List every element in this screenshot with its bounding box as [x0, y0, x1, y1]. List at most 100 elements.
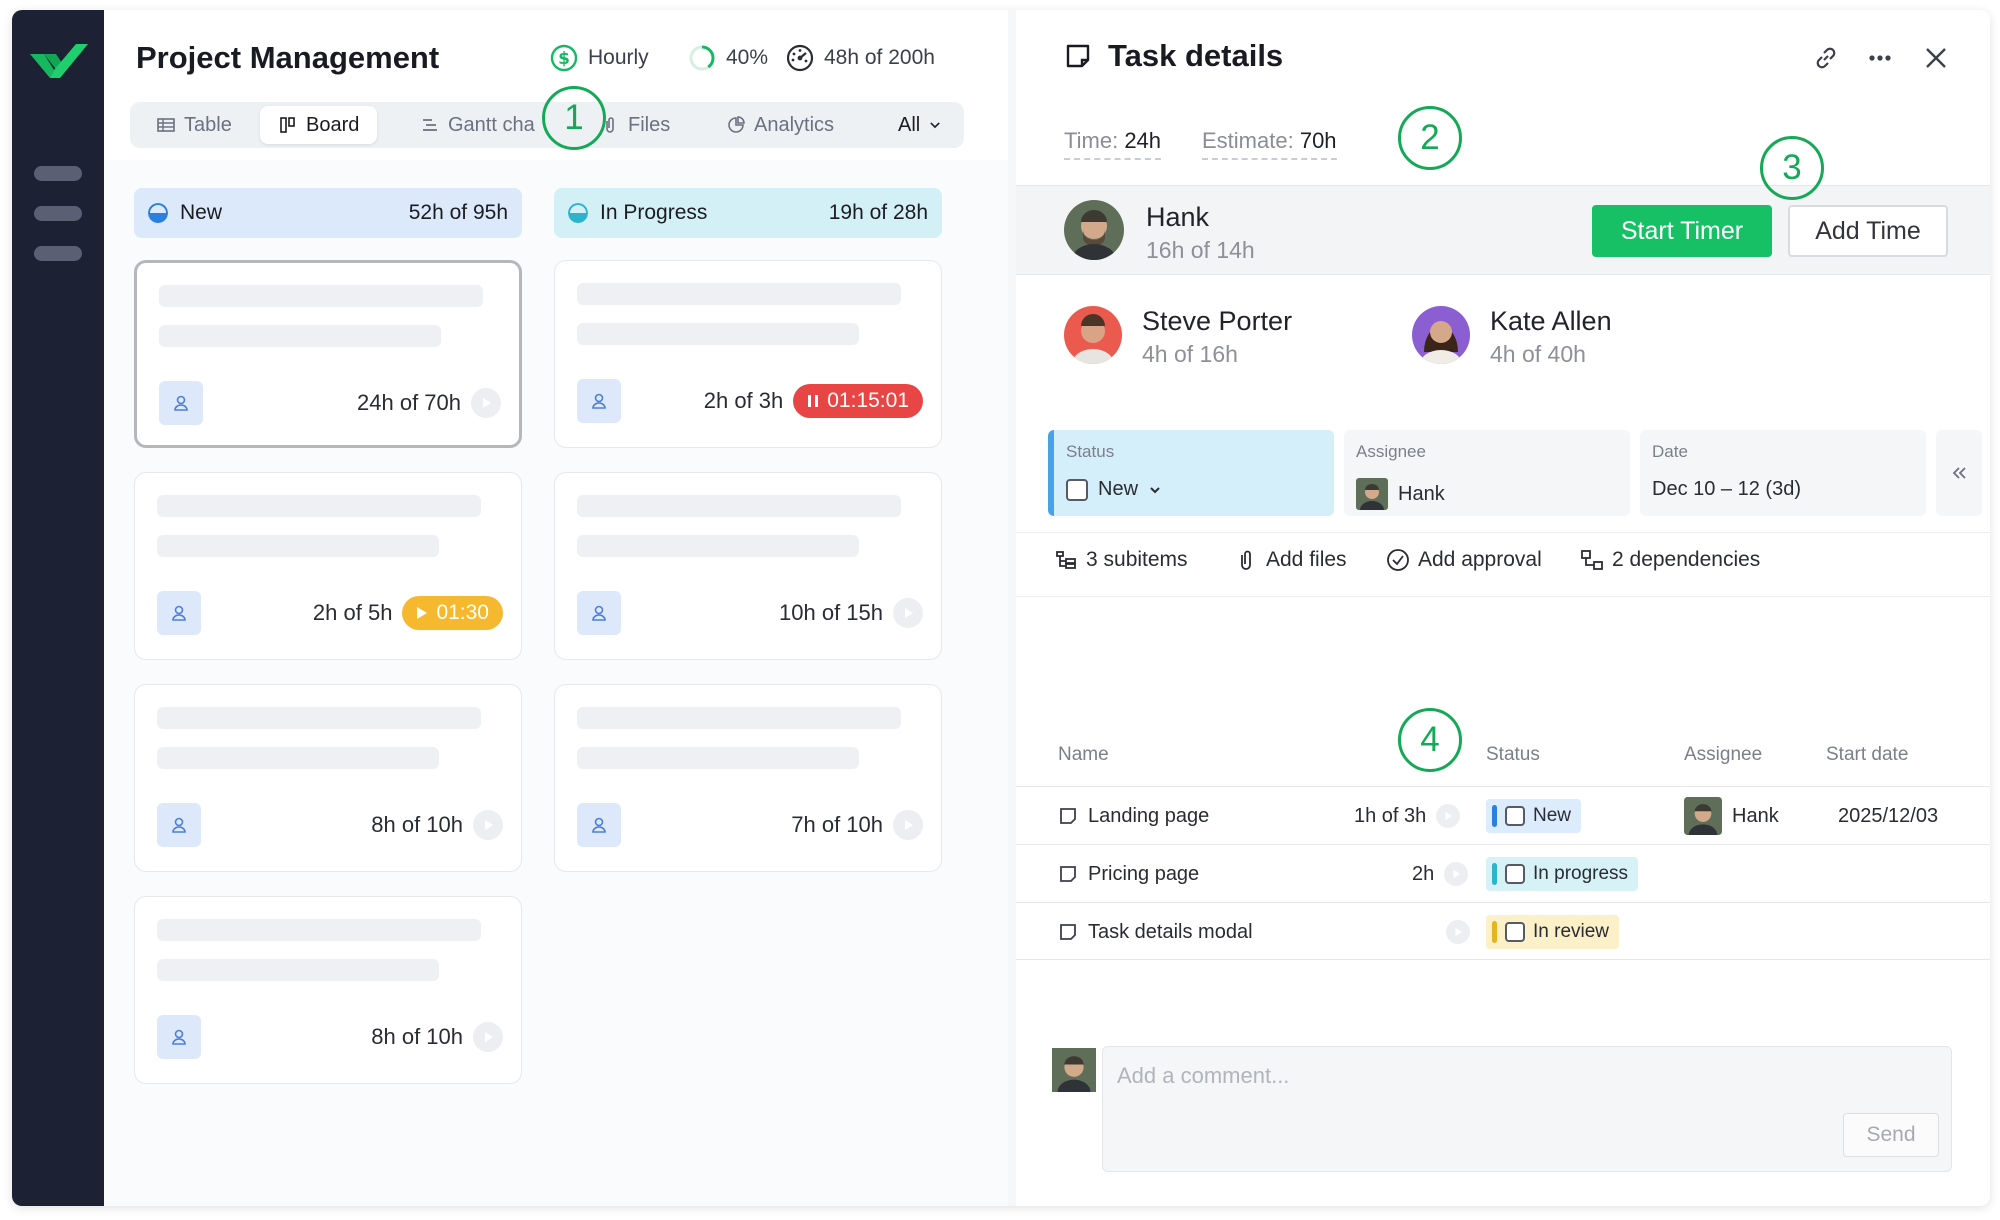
tab-table[interactable]: Table [138, 106, 250, 144]
user-icon [172, 817, 186, 833]
assignee-avatar-placeholder[interactable] [577, 379, 621, 423]
assignee-avatar-placeholder[interactable] [157, 591, 201, 635]
billing-indicator[interactable]: $ Hourly [550, 44, 649, 72]
time-label: Time: [1064, 128, 1119, 153]
send-button[interactable]: Send [1843, 1113, 1939, 1157]
column-header-start-date[interactable]: Start date [1826, 744, 1908, 766]
card-time-label: 7h of 10h [791, 812, 883, 837]
row-start-date[interactable]: 2025/12/03 [1838, 787, 1938, 845]
play-button[interactable] [1436, 804, 1461, 828]
column-header-status[interactable]: Status [1486, 744, 1540, 766]
card-time: 8h of 10h [371, 1015, 503, 1059]
subitems-action[interactable]: 3 subitems [1054, 548, 1188, 572]
play-icon [485, 1032, 493, 1042]
row-status-cell[interactable]: In review [1486, 903, 1620, 961]
play-button[interactable] [1444, 862, 1469, 886]
status-checkbox[interactable] [1505, 806, 1525, 826]
task-card[interactable]: 2h of 3h 01:15:01 [554, 260, 942, 448]
play-button[interactable] [893, 598, 923, 628]
play-button[interactable] [473, 1022, 503, 1052]
card-time-label: 2h of 3h [703, 388, 784, 413]
chevron-down-icon [1150, 486, 1160, 493]
add-approval-action[interactable]: Add approval [1386, 548, 1542, 572]
table-row[interactable]: Pricing page 2h In progress [1016, 844, 1990, 902]
status-pill[interactable]: In review [1486, 915, 1620, 949]
add-files-action[interactable]: Add files [1234, 548, 1347, 572]
play-button[interactable] [1446, 920, 1470, 944]
column-header-assignee[interactable]: Assignee [1684, 744, 1762, 766]
row-name: Landing page [1088, 804, 1210, 827]
play-button[interactable] [893, 810, 923, 840]
running-timer-badge[interactable]: 01:15:01 [793, 384, 923, 418]
tab-gantt[interactable]: Gantt cha [402, 106, 553, 144]
double-chevron-left-icon [1952, 467, 1966, 479]
assignee-avatar-placeholder[interactable] [157, 1015, 201, 1059]
date-field[interactable]: Date Dec 10 – 12 (3d) [1640, 430, 1926, 516]
assignee-avatar-placeholder[interactable] [577, 803, 621, 847]
person-name: Steve Porter [1142, 306, 1293, 336]
row-status-cell[interactable]: In progress [1486, 845, 1639, 903]
column-header-name[interactable]: Name [1058, 744, 1109, 766]
sidebar-item[interactable] [34, 246, 82, 261]
play-button[interactable] [473, 810, 503, 840]
placeholder-line [577, 283, 901, 305]
sidebar-item[interactable] [34, 166, 82, 181]
row-status-cell[interactable]: New [1486, 787, 1582, 845]
play-button[interactable] [471, 388, 501, 418]
status-field[interactable]: Status New [1048, 430, 1334, 516]
sidebar-item[interactable] [34, 206, 82, 221]
dependencies-action[interactable]: 2 dependencies [1580, 548, 1760, 572]
timer-label: 01:30 [436, 601, 489, 624]
row-name-cell: Landing page [1058, 787, 1209, 845]
column-header-new[interactable]: New 52h of 95h [134, 188, 522, 238]
placeholder-line [157, 959, 439, 981]
assignee-value-row: Hank [1356, 478, 1618, 510]
close-icon[interactable] [1922, 44, 1950, 72]
tab-more-dropdown[interactable]: All [880, 106, 960, 144]
task-card[interactable]: 2h of 5h 01:30 [134, 472, 522, 660]
column-hours: 52h of 95h [408, 201, 508, 224]
table-row[interactable]: Landing page 1h of 3h New Hank 2025/12/0… [1016, 786, 1990, 844]
owner-info: Hank 16h of 14h [1146, 202, 1255, 264]
panel-title: Task details [1108, 38, 1284, 73]
start-timer-button[interactable]: Start Timer [1592, 205, 1772, 257]
add-time-button[interactable]: Add Time [1788, 205, 1948, 257]
task-card[interactable]: 8h of 10h [134, 896, 522, 1084]
add-approval-label: Add approval [1418, 548, 1542, 571]
task-card[interactable]: 24h of 70h [134, 260, 522, 448]
status-checkbox[interactable] [1505, 922, 1525, 942]
comment-input[interactable]: Add a comment... Send [1102, 1046, 1952, 1172]
running-timer-badge[interactable]: 01:30 [402, 596, 503, 630]
card-time: 24h of 70h [357, 381, 501, 425]
subitems-label: 3 subitems [1086, 548, 1188, 571]
status-select[interactable]: New [1066, 478, 1322, 501]
row-assignee-cell[interactable]: Hank [1684, 787, 1779, 845]
table-row[interactable]: Task details modal In review [1016, 902, 1990, 960]
task-card[interactable]: 8h of 10h [134, 684, 522, 872]
play-icon [417, 607, 428, 619]
task-icon [1060, 808, 1076, 824]
task-icon [1060, 924, 1076, 940]
tab-board[interactable]: Board [260, 106, 378, 144]
time-tracked[interactable]: Time: 24h [1064, 128, 1162, 160]
status-checkbox[interactable] [1066, 478, 1088, 501]
assignee-field[interactable]: Assignee Hank [1344, 430, 1630, 516]
column-header-in-progress[interactable]: In Progress 19h of 28h [554, 188, 942, 238]
time-estimate[interactable]: Estimate: 70h [1202, 128, 1337, 160]
assignee-avatar-placeholder[interactable] [157, 803, 201, 847]
row-time: 2h [1412, 862, 1435, 885]
assignee-avatar-placeholder[interactable] [159, 381, 203, 425]
more-options-icon[interactable] [1866, 44, 1894, 72]
collapse-fields-button[interactable] [1936, 430, 1982, 516]
task-card[interactable]: 7h of 10h [554, 684, 942, 872]
task-card[interactable]: 10h of 15h [554, 472, 942, 660]
link-icon[interactable] [1812, 44, 1840, 72]
status-pill[interactable]: New [1486, 799, 1582, 833]
status-pill[interactable]: In progress [1486, 857, 1639, 891]
status-checkbox[interactable] [1505, 864, 1525, 884]
status-dot-icon [568, 203, 588, 223]
tab-analytics[interactable]: Analytics [708, 106, 852, 144]
assignee-avatar-placeholder[interactable] [577, 591, 621, 635]
card-time-label: 10h of 15h [779, 600, 883, 625]
svg-text:$: $ [558, 49, 570, 69]
